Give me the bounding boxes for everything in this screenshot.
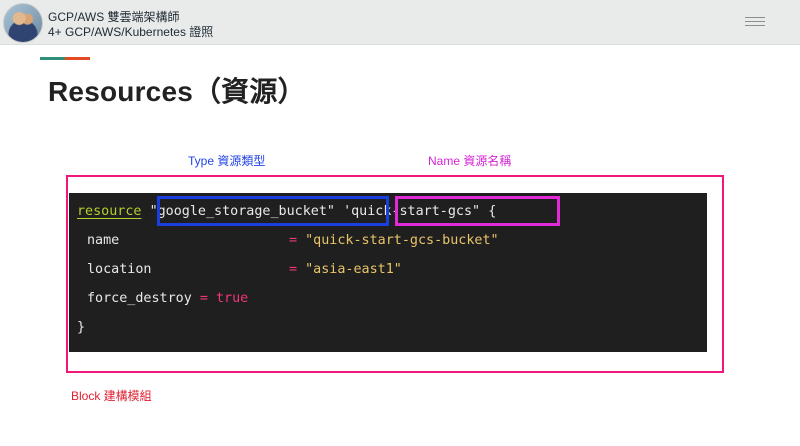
code-line-location-value: = "asia-east1"	[289, 262, 402, 277]
resource-keyword: resource	[77, 204, 142, 219]
equals-sign: =	[289, 233, 298, 248]
code-line-force-destroy: force_destroy = true	[87, 291, 248, 306]
attr-key-force-destroy: force_destroy	[87, 291, 192, 306]
name-highlight-box	[395, 196, 560, 226]
slide-title: Resources（資源）	[48, 76, 306, 107]
attr-value-force-destroy: true	[216, 291, 249, 306]
equals-sign: =	[289, 262, 298, 277]
accent-bar	[40, 57, 90, 60]
type-annotation: Type 資源類型	[188, 154, 266, 168]
code-line-location: location	[87, 262, 152, 277]
top-bar: GCP/AWS 雙雲端架構師 4+ GCP/AWS/Kubernetes 證照	[0, 0, 800, 45]
avatar[interactable]	[3, 3, 43, 43]
block-annotation: Block 建構模組	[71, 389, 152, 403]
code-line-name-value: = "quick-start-gcs-bucket"	[289, 233, 499, 248]
code-line-name: name	[87, 233, 119, 248]
accent-bar-green	[40, 57, 65, 60]
attr-value-name: "quick-start-gcs-bucket"	[305, 233, 499, 248]
name-annotation: Name 資源名稱	[428, 154, 512, 168]
header-subtitle: 4+ GCP/AWS/Kubernetes 證照	[48, 25, 214, 39]
close-brace: }	[77, 320, 86, 335]
attr-key-location: location	[87, 262, 152, 277]
accent-bar-orange	[65, 57, 90, 60]
attr-value-location: "asia-east1"	[305, 262, 402, 277]
hamburger-menu-icon[interactable]	[745, 17, 765, 26]
type-highlight-box	[157, 196, 389, 226]
equals-sign: =	[199, 291, 208, 306]
attr-key-name: name	[87, 233, 120, 248]
